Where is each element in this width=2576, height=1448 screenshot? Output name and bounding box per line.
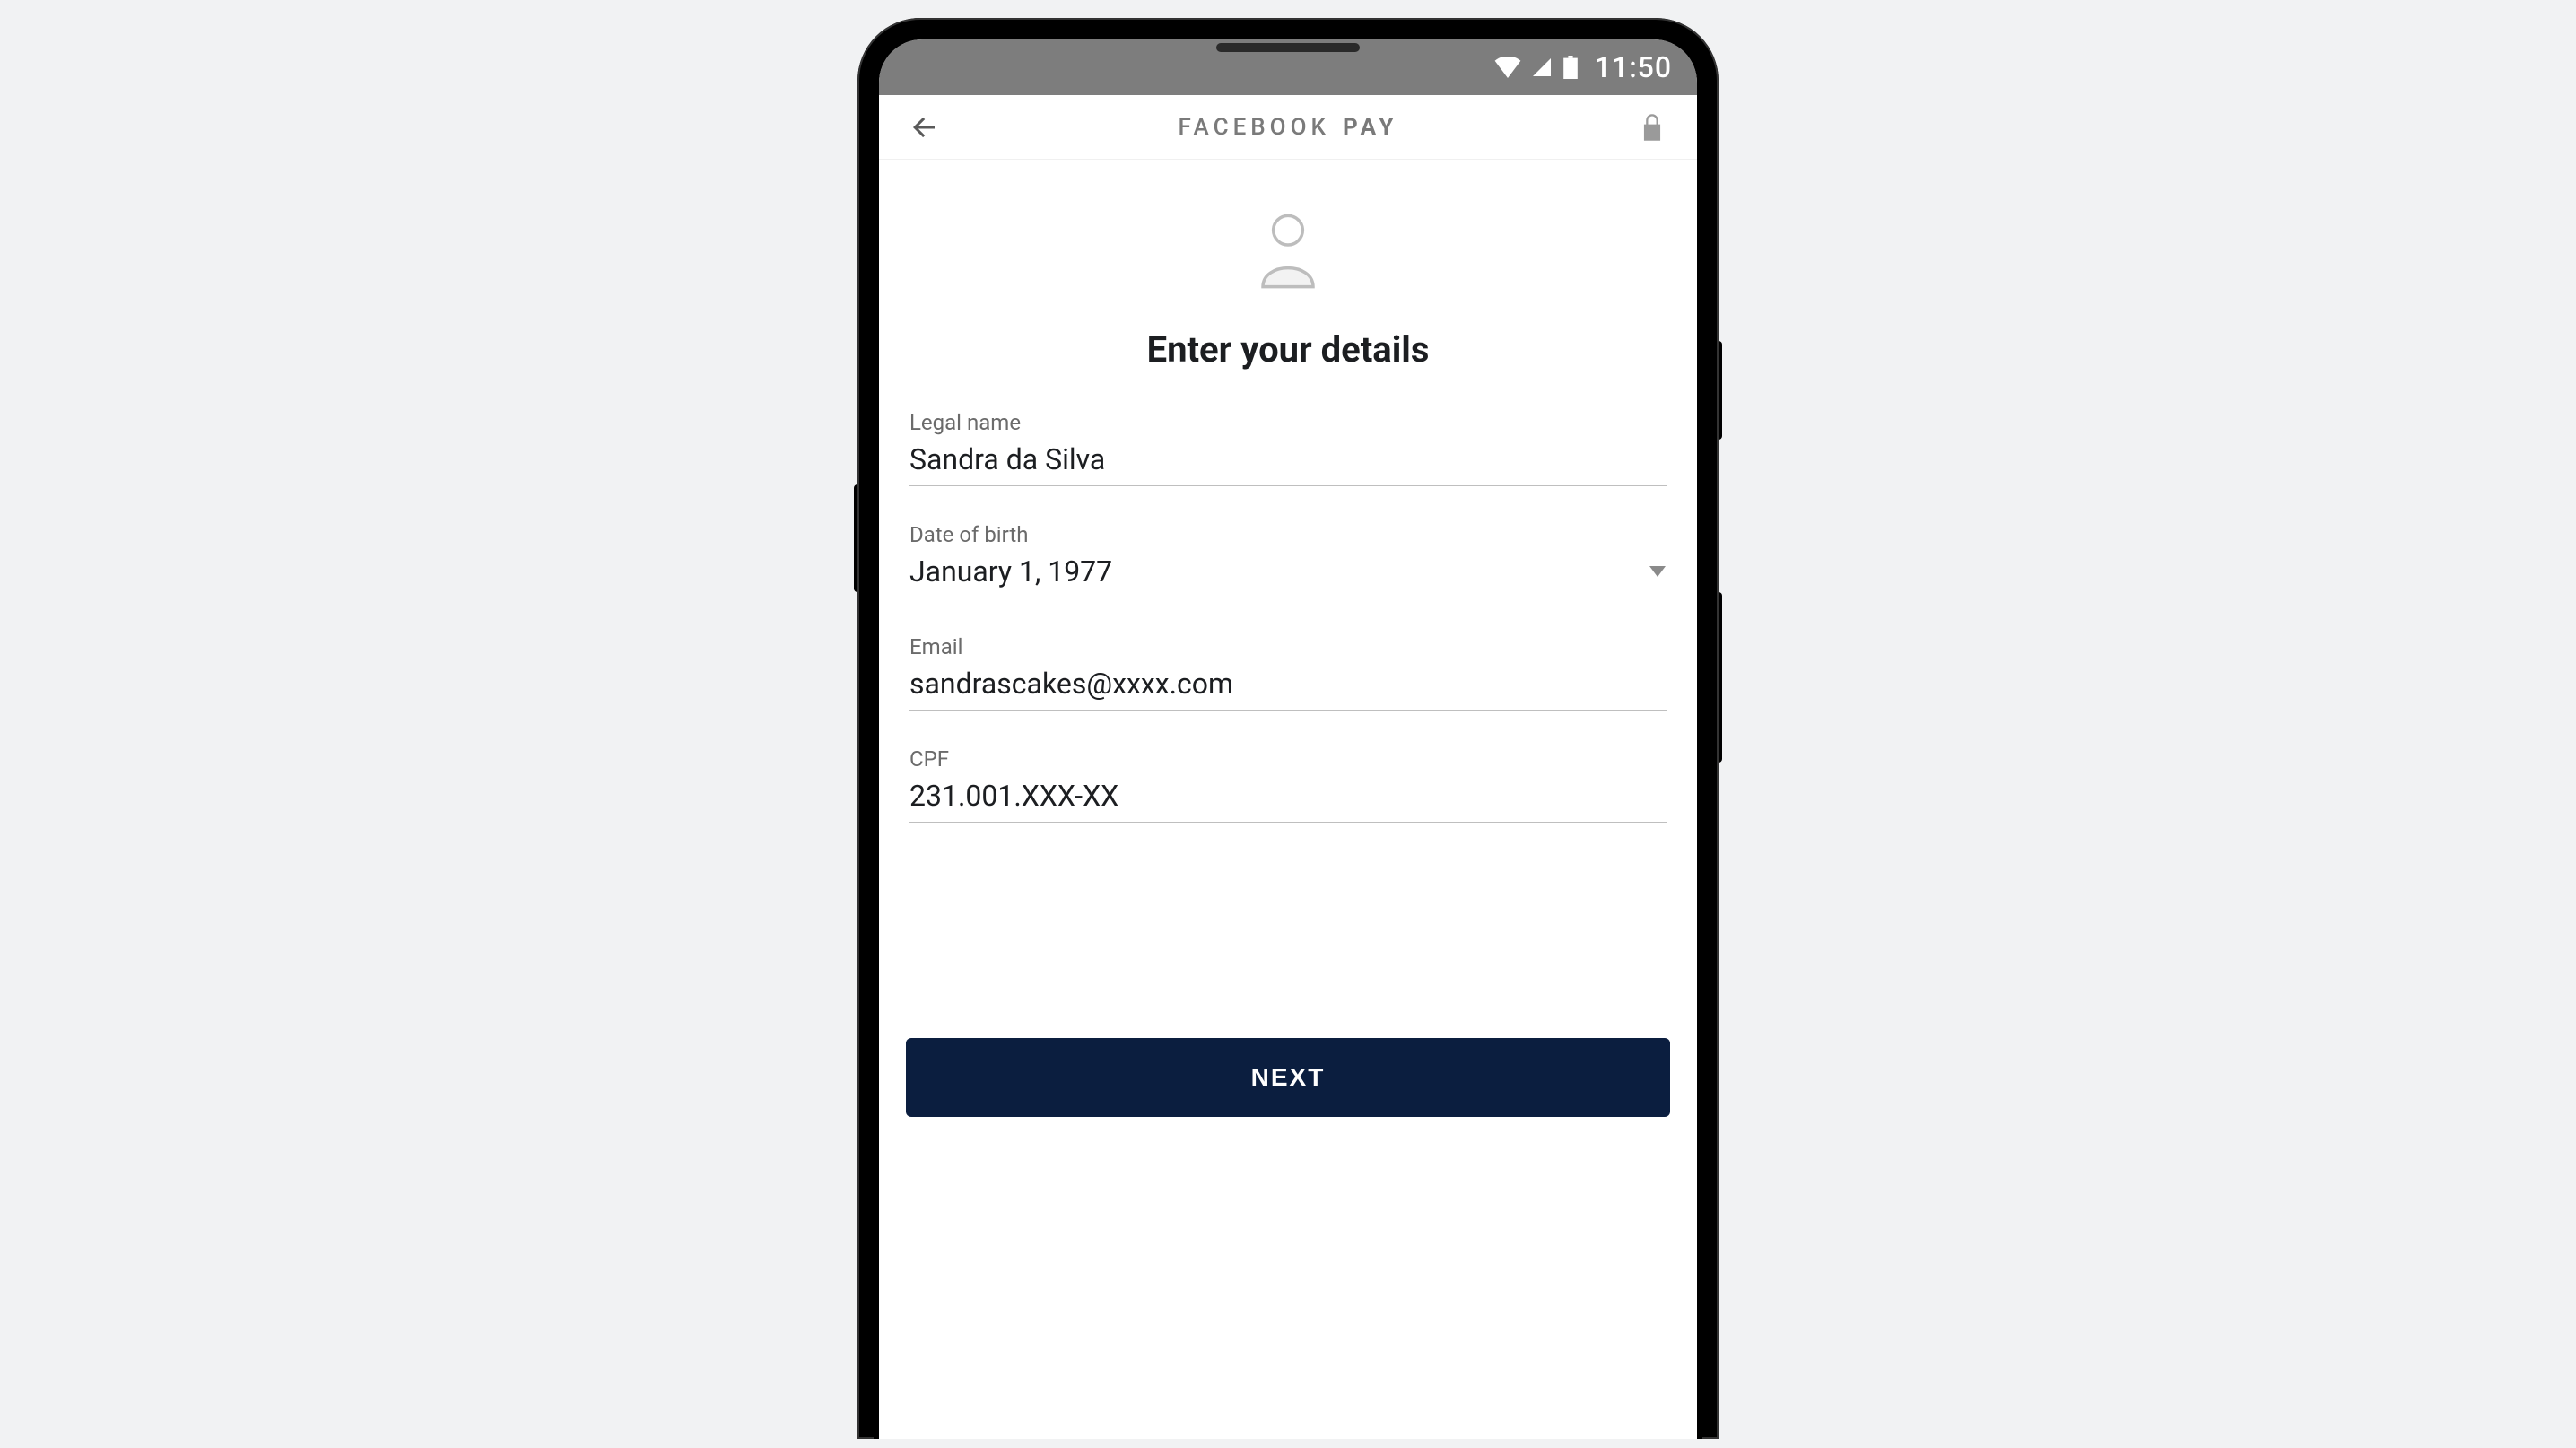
lock-button[interactable]	[1632, 108, 1672, 147]
cpf-field[interactable]: CPF	[909, 746, 1667, 823]
app-title: FACEBOOK PAY	[1178, 114, 1397, 141]
phone-mock: 11:50 FACEBOOK PAY	[857, 18, 1719, 1439]
cpf-input[interactable]	[909, 777, 1667, 815]
content-area: Enter your details Legal name Date of bi…	[879, 160, 1697, 1439]
dob-field[interactable]: Date of birth January 1, 1977	[909, 522, 1667, 598]
legal-name-input[interactable]	[909, 441, 1667, 478]
legal-name-label: Legal name	[909, 410, 1667, 435]
caret-down-icon	[1649, 563, 1667, 580]
next-button[interactable]: NEXT	[906, 1038, 1670, 1117]
app-title-part1: FACEBOOK	[1178, 114, 1329, 141]
arrow-left-icon	[908, 111, 940, 144]
app-title-part2: PAY	[1343, 114, 1398, 141]
cellular-signal-icon	[1530, 57, 1553, 78]
details-form: Legal name Date of birth January 1, 1977	[906, 410, 1670, 859]
cpf-label: CPF	[909, 746, 1667, 772]
status-time: 11:50	[1595, 50, 1672, 84]
email-field[interactable]: Email	[909, 634, 1667, 711]
page-title: Enter your details	[1147, 328, 1430, 371]
phone-speaker	[1216, 43, 1360, 52]
lock-icon	[1640, 112, 1665, 143]
page-background: 11:50 FACEBOOK PAY	[0, 0, 2576, 1448]
dob-label: Date of birth	[909, 522, 1667, 547]
dob-value[interactable]: January 1, 1977	[909, 553, 1649, 590]
battery-icon	[1562, 56, 1579, 79]
email-input[interactable]	[909, 665, 1667, 702]
app-header: FACEBOOK PAY	[879, 95, 1697, 160]
legal-name-field[interactable]: Legal name	[909, 410, 1667, 486]
phone-screen: 11:50 FACEBOOK PAY	[879, 39, 1697, 1439]
wifi-icon	[1494, 57, 1521, 78]
email-label: Email	[909, 634, 1667, 659]
back-button[interactable]	[904, 108, 944, 147]
person-icon	[1257, 214, 1319, 292]
